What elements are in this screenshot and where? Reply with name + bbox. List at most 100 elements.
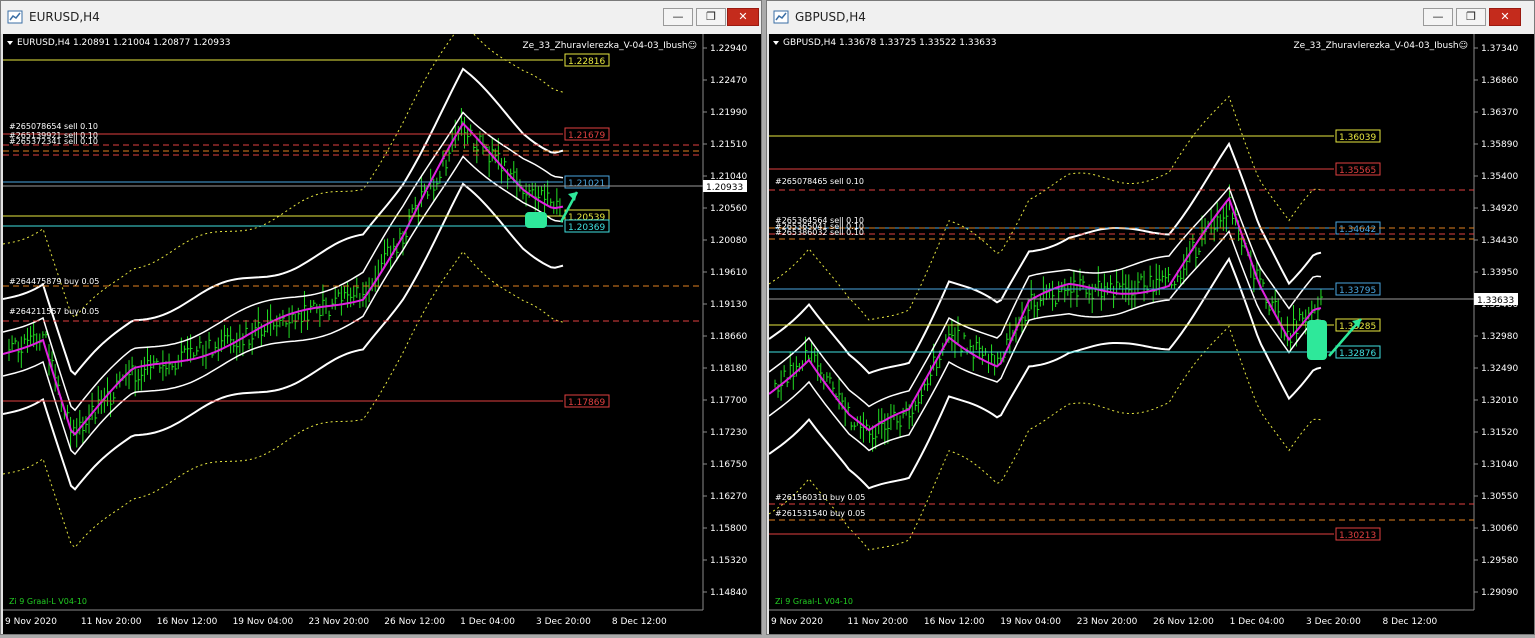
level-label: 1.32876	[1339, 349, 1376, 359]
time-tick-label: 16 Nov 12:00	[157, 617, 218, 627]
time-tick-label: 9 Nov 2020	[771, 617, 823, 627]
time-tick-label: 3 Dec 20:00	[536, 617, 591, 627]
indicator-label: Zi 9 Graal-L V04-10	[9, 597, 87, 606]
price-tick-label: 1.32980	[1481, 332, 1518, 342]
price-tick-label: 1.16270	[710, 492, 747, 502]
window-titlebar[interactable]: GBPUSD,H4 — ❐ ✕	[767, 1, 1534, 34]
price-tick-label: 1.21510	[710, 140, 747, 150]
price-tick-label: 1.32010	[1481, 396, 1518, 406]
price-tick-label: 1.18660	[710, 332, 747, 342]
time-tick-label: 19 Nov 04:00	[1000, 617, 1061, 627]
symbol-info: GBPUSD,H4 1.33678 1.33725 1.33522 1.3363…	[783, 38, 996, 48]
price-tick-label: 1.16750	[710, 460, 747, 470]
time-tick-label: 1 Dec 04:00	[460, 617, 515, 627]
level-label: 1.30213	[1339, 531, 1376, 541]
chart-area[interactable]: EURUSD,H4 1.20891 1.21004 1.20877 1.2093…	[2, 20, 763, 634]
expert-name: Ze_33_Zhuravlerezka_V-04-03_Ibush☺	[1293, 40, 1468, 51]
window-title: EURUSD,H4	[29, 10, 100, 24]
chart-window-icon	[7, 10, 23, 24]
price-tick-label: 1.19610	[710, 268, 747, 278]
price-tick-label: 1.35400	[1481, 172, 1518, 182]
price-tick-label: 1.22470	[710, 76, 747, 86]
chart-window-icon	[773, 10, 789, 24]
order-label: #265372341 sell 0.10	[9, 137, 98, 146]
price-tick-label: 1.36860	[1481, 76, 1518, 86]
order-label: #261531540 buy 0.05	[775, 509, 865, 518]
price-tick-label: 1.30550	[1481, 492, 1518, 502]
price-tick-label: 1.31520	[1481, 428, 1518, 438]
symbol-info: EURUSD,H4 1.20891 1.21004 1.20877 1.2093…	[17, 38, 230, 48]
signal-badge	[1307, 320, 1327, 360]
chart-background	[3, 34, 763, 634]
price-tick-label: 1.35890	[1481, 140, 1518, 150]
price-tick-label: 1.29090	[1481, 588, 1518, 598]
order-label: #264475879 buy 0.05	[9, 277, 99, 286]
price-tick-label: 1.30060	[1481, 524, 1518, 534]
time-tick-label: 26 Nov 12:00	[1153, 617, 1214, 627]
price-tick-label: 1.18180	[710, 364, 747, 374]
time-tick-label: 23 Nov 20:00	[1077, 617, 1138, 627]
chart-background	[769, 34, 1534, 634]
time-tick-label: 1 Dec 04:00	[1230, 617, 1285, 627]
level-label: 1.35565	[1339, 166, 1376, 176]
time-tick-label: 9 Nov 2020	[5, 617, 57, 627]
order-label: #261560310 buy 0.05	[775, 493, 865, 502]
time-tick-label: 23 Nov 20:00	[308, 617, 369, 627]
price-tick-label: 1.17700	[710, 396, 747, 406]
window-titlebar[interactable]: EURUSD,H4 — ❐ ✕	[1, 1, 761, 34]
minimize-button[interactable]: —	[1423, 8, 1453, 26]
price-tick-label: 1.15320	[710, 556, 747, 566]
time-tick-label: 11 Nov 20:00	[81, 617, 142, 627]
price-tick-label: 1.15800	[710, 524, 747, 534]
current-price-label: 1.33633	[1477, 296, 1514, 306]
time-tick-label: 11 Nov 20:00	[847, 617, 908, 627]
price-tick-label: 1.37340	[1481, 44, 1518, 54]
price-tick-label: 1.21990	[710, 108, 747, 118]
order-label: #265386032 sell 0.10	[775, 228, 864, 237]
time-tick-label: 3 Dec 20:00	[1306, 617, 1361, 627]
close-button[interactable]: ✕	[727, 8, 759, 26]
level-label: 1.21021	[568, 179, 605, 189]
price-tick-label: 1.32490	[1481, 364, 1518, 374]
price-chart[interactable]: EURUSD,H4 1.20891 1.21004 1.20877 1.2093…	[2, 20, 763, 634]
time-tick-label: 19 Nov 04:00	[233, 617, 294, 627]
chart-area[interactable]: GBPUSD,H4 1.33678 1.33725 1.33522 1.3363…	[768, 34, 1534, 634]
price-chart[interactable]: GBPUSD,H4 1.33678 1.33725 1.33522 1.3363…	[768, 34, 1534, 634]
expert-name: Ze_33_Zhuravlerezka_V-04-03_Ibush☺	[522, 40, 697, 51]
price-tick-label: 1.34920	[1481, 204, 1518, 214]
level-label: 1.33795	[1339, 286, 1376, 296]
window-gbpusd[interactable]: GBPUSD,H4 — ❐ ✕ GBPUSD,H4 1.33678 1.3372…	[766, 0, 1535, 635]
maximize-button[interactable]: ❐	[696, 8, 726, 26]
price-tick-label: 1.14840	[710, 588, 747, 598]
level-label: 1.21679	[568, 131, 605, 141]
price-tick-label: 1.22940	[710, 44, 747, 54]
price-tick-label: 1.17230	[710, 428, 747, 438]
order-label: #265078654 sell 0.10	[9, 122, 98, 131]
order-label: #265078465 sell 0.10	[775, 177, 864, 186]
time-tick-label: 26 Nov 12:00	[384, 617, 445, 627]
price-tick-label: 1.29580	[1481, 556, 1518, 566]
level-label: 1.20369	[568, 223, 605, 233]
time-tick-label: 8 Dec 12:00	[1382, 617, 1437, 627]
minimize-button[interactable]: —	[663, 8, 693, 26]
price-tick-label: 1.20560	[710, 204, 747, 214]
price-tick-label: 1.19130	[710, 300, 747, 310]
window-eurusd[interactable]: EURUSD,H4 — ❐ ✕ EURUSD,H4 1.20891 1.2100…	[0, 0, 763, 635]
current-price-label: 1.20933	[706, 183, 743, 193]
maximize-button[interactable]: ❐	[1456, 8, 1486, 26]
indicator-label: Zi 9 Graal-L V04-10	[775, 597, 853, 606]
price-tick-label: 1.34430	[1481, 236, 1518, 246]
close-button[interactable]: ✕	[1489, 8, 1521, 26]
price-tick-label: 1.20080	[710, 236, 747, 246]
time-tick-label: 8 Dec 12:00	[612, 617, 667, 627]
price-tick-label: 1.31040	[1481, 460, 1518, 470]
window-title: GBPUSD,H4	[795, 10, 866, 24]
level-label: 1.17869	[568, 398, 605, 408]
order-label: #264211557 buy 0.05	[9, 307, 99, 316]
price-tick-label: 1.36370	[1481, 108, 1518, 118]
time-tick-label: 16 Nov 12:00	[924, 617, 985, 627]
level-label: 1.22816	[568, 57, 605, 67]
price-tick-label: 1.33950	[1481, 268, 1518, 278]
level-label: 1.36039	[1339, 133, 1376, 143]
signal-badge	[525, 212, 547, 228]
